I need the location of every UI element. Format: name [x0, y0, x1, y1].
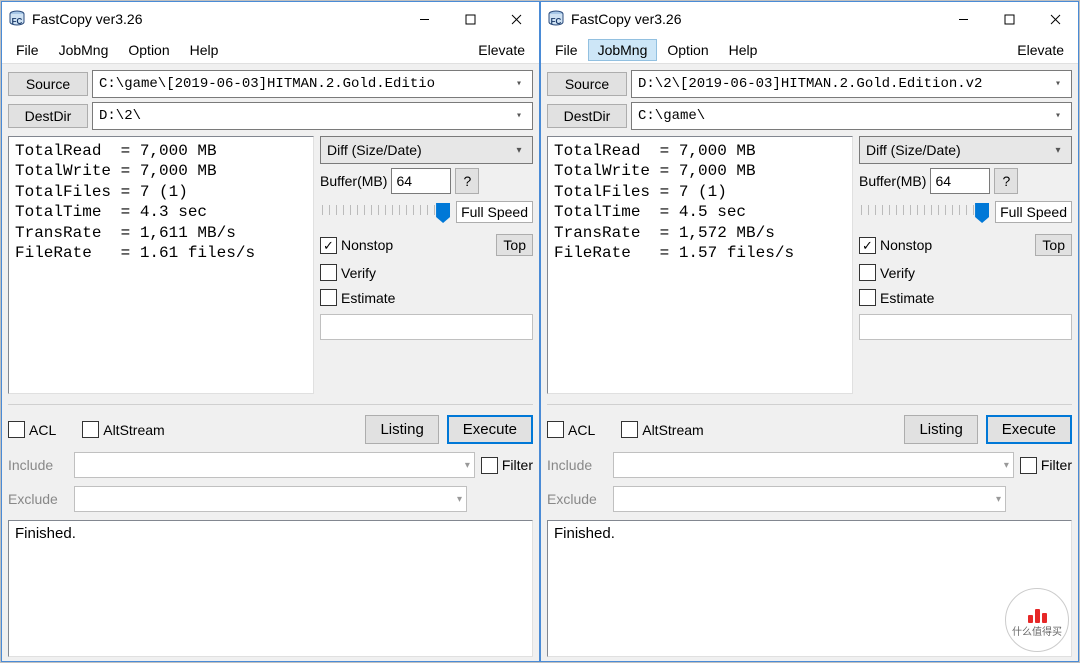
buffer-input[interactable]: 64 [930, 168, 990, 194]
menu-file[interactable]: File [545, 39, 588, 61]
speed-slider[interactable] [320, 199, 452, 225]
nonstop-checkbox[interactable] [320, 237, 337, 254]
destdir-button[interactable]: DestDir [547, 104, 627, 128]
titlebar[interactable]: FC FastCopy ver3.26 [541, 2, 1078, 36]
speed-label: Full Speed [456, 201, 533, 223]
menu-jobmng[interactable]: JobMng [588, 39, 658, 61]
menu-option[interactable]: Option [118, 39, 179, 61]
progress-field [320, 314, 533, 340]
top-button[interactable]: Top [496, 234, 533, 256]
window-title: FastCopy ver3.26 [32, 11, 143, 27]
fastcopy-window-left: FC FastCopy ver3.26 File JobMng Option H… [1, 1, 540, 662]
slider-thumb-icon[interactable] [436, 203, 450, 223]
menubar: File JobMng Option Help Elevate [2, 36, 539, 64]
source-combo[interactable]: D:\2\[2019-06-03]HITMAN.2.Gold.Edition.v… [631, 70, 1072, 98]
exclude-combo[interactable]: ▾ [613, 486, 1006, 512]
chevron-down-icon: ▾ [1049, 78, 1067, 90]
stats-panel: TotalRead = 7,000 MB TotalWrite = 7,000 … [547, 136, 853, 394]
fastcopy-icon: FC [547, 10, 565, 28]
chevron-down-icon: ▾ [1004, 460, 1009, 471]
progress-field [859, 314, 1072, 340]
exclude-combo[interactable]: ▾ [74, 486, 467, 512]
source-button[interactable]: Source [8, 72, 88, 96]
execute-button[interactable]: Execute [986, 415, 1072, 444]
include-label: Include [547, 457, 607, 473]
include-label: Include [8, 457, 68, 473]
chevron-down-icon: ▾ [510, 145, 528, 156]
chevron-down-icon: ▾ [510, 78, 528, 90]
nonstop-checkbox[interactable] [859, 237, 876, 254]
destdir-combo[interactable]: C:\game\ ▾ [631, 102, 1072, 130]
destdir-button[interactable]: DestDir [8, 104, 88, 128]
include-combo[interactable]: ▾ [613, 452, 1014, 478]
filter-checkbox[interactable] [481, 457, 498, 474]
destdir-combo[interactable]: D:\2\ ▾ [92, 102, 533, 130]
svg-text:FC: FC [12, 17, 23, 26]
altstream-checkbox[interactable] [621, 421, 638, 438]
chevron-down-icon: ▾ [510, 110, 528, 122]
verify-checkbox[interactable] [859, 264, 876, 281]
fastcopy-icon: FC [8, 10, 26, 28]
maximize-button[interactable] [986, 2, 1032, 36]
destdir-value: D:\2\ [99, 108, 510, 124]
source-value: C:\game\[2019-06-03]HITMAN.2.Gold.Editio [99, 76, 510, 92]
copy-mode-select[interactable]: Diff (Size/Date) ▾ [320, 136, 533, 164]
top-button[interactable]: Top [1035, 234, 1072, 256]
menubar: File JobMng Option Help Elevate [541, 36, 1078, 64]
menu-elevate[interactable]: Elevate [1007, 39, 1074, 61]
chevron-down-icon: ▾ [1049, 145, 1067, 156]
maximize-button[interactable] [447, 2, 493, 36]
execute-button[interactable]: Execute [447, 415, 533, 444]
estimate-checkbox[interactable] [320, 289, 337, 306]
minimize-button[interactable] [940, 2, 986, 36]
chevron-down-icon: ▾ [996, 494, 1001, 505]
source-button[interactable]: Source [547, 72, 627, 96]
exclude-label: Exclude [8, 491, 68, 507]
source-value: D:\2\[2019-06-03]HITMAN.2.Gold.Edition.v… [638, 76, 1049, 92]
buffer-label: Buffer(MB) [320, 173, 387, 189]
listing-button[interactable]: Listing [904, 415, 977, 444]
menu-file[interactable]: File [6, 39, 49, 61]
acl-checkbox[interactable] [8, 421, 25, 438]
help-button[interactable]: ? [994, 168, 1018, 194]
source-combo[interactable]: C:\game\[2019-06-03]HITMAN.2.Gold.Editio… [92, 70, 533, 98]
status-box: Finished. [547, 520, 1072, 657]
menu-jobmng[interactable]: JobMng [49, 39, 119, 61]
fastcopy-window-right: FC FastCopy ver3.26 File JobMng Option H… [540, 1, 1079, 662]
menu-help[interactable]: Help [180, 39, 229, 61]
filter-checkbox[interactable] [1020, 457, 1037, 474]
slider-thumb-icon[interactable] [975, 203, 989, 223]
buffer-input[interactable]: 64 [391, 168, 451, 194]
status-box: Finished. [8, 520, 533, 657]
help-button[interactable]: ? [455, 168, 479, 194]
destdir-value: C:\game\ [638, 108, 1049, 124]
listing-button[interactable]: Listing [365, 415, 438, 444]
svg-text:FC: FC [551, 17, 562, 26]
close-button[interactable] [1032, 2, 1078, 36]
speed-label: Full Speed [995, 201, 1072, 223]
exclude-label: Exclude [547, 491, 607, 507]
stats-panel: TotalRead = 7,000 MB TotalWrite = 7,000 … [8, 136, 314, 394]
minimize-button[interactable] [401, 2, 447, 36]
menu-elevate[interactable]: Elevate [468, 39, 535, 61]
include-combo[interactable]: ▾ [74, 452, 475, 478]
acl-checkbox[interactable] [547, 421, 564, 438]
chevron-down-icon: ▾ [465, 460, 470, 471]
speed-slider[interactable] [859, 199, 991, 225]
verify-checkbox[interactable] [320, 264, 337, 281]
titlebar[interactable]: FC FastCopy ver3.26 [2, 2, 539, 36]
estimate-checkbox[interactable] [859, 289, 876, 306]
buffer-label: Buffer(MB) [859, 173, 926, 189]
copy-mode-select[interactable]: Diff (Size/Date) ▾ [859, 136, 1072, 164]
chevron-down-icon: ▾ [1049, 110, 1067, 122]
close-button[interactable] [493, 2, 539, 36]
menu-help[interactable]: Help [719, 39, 768, 61]
menu-option[interactable]: Option [657, 39, 718, 61]
altstream-checkbox[interactable] [82, 421, 99, 438]
window-title: FastCopy ver3.26 [571, 11, 682, 27]
chevron-down-icon: ▾ [457, 494, 462, 505]
